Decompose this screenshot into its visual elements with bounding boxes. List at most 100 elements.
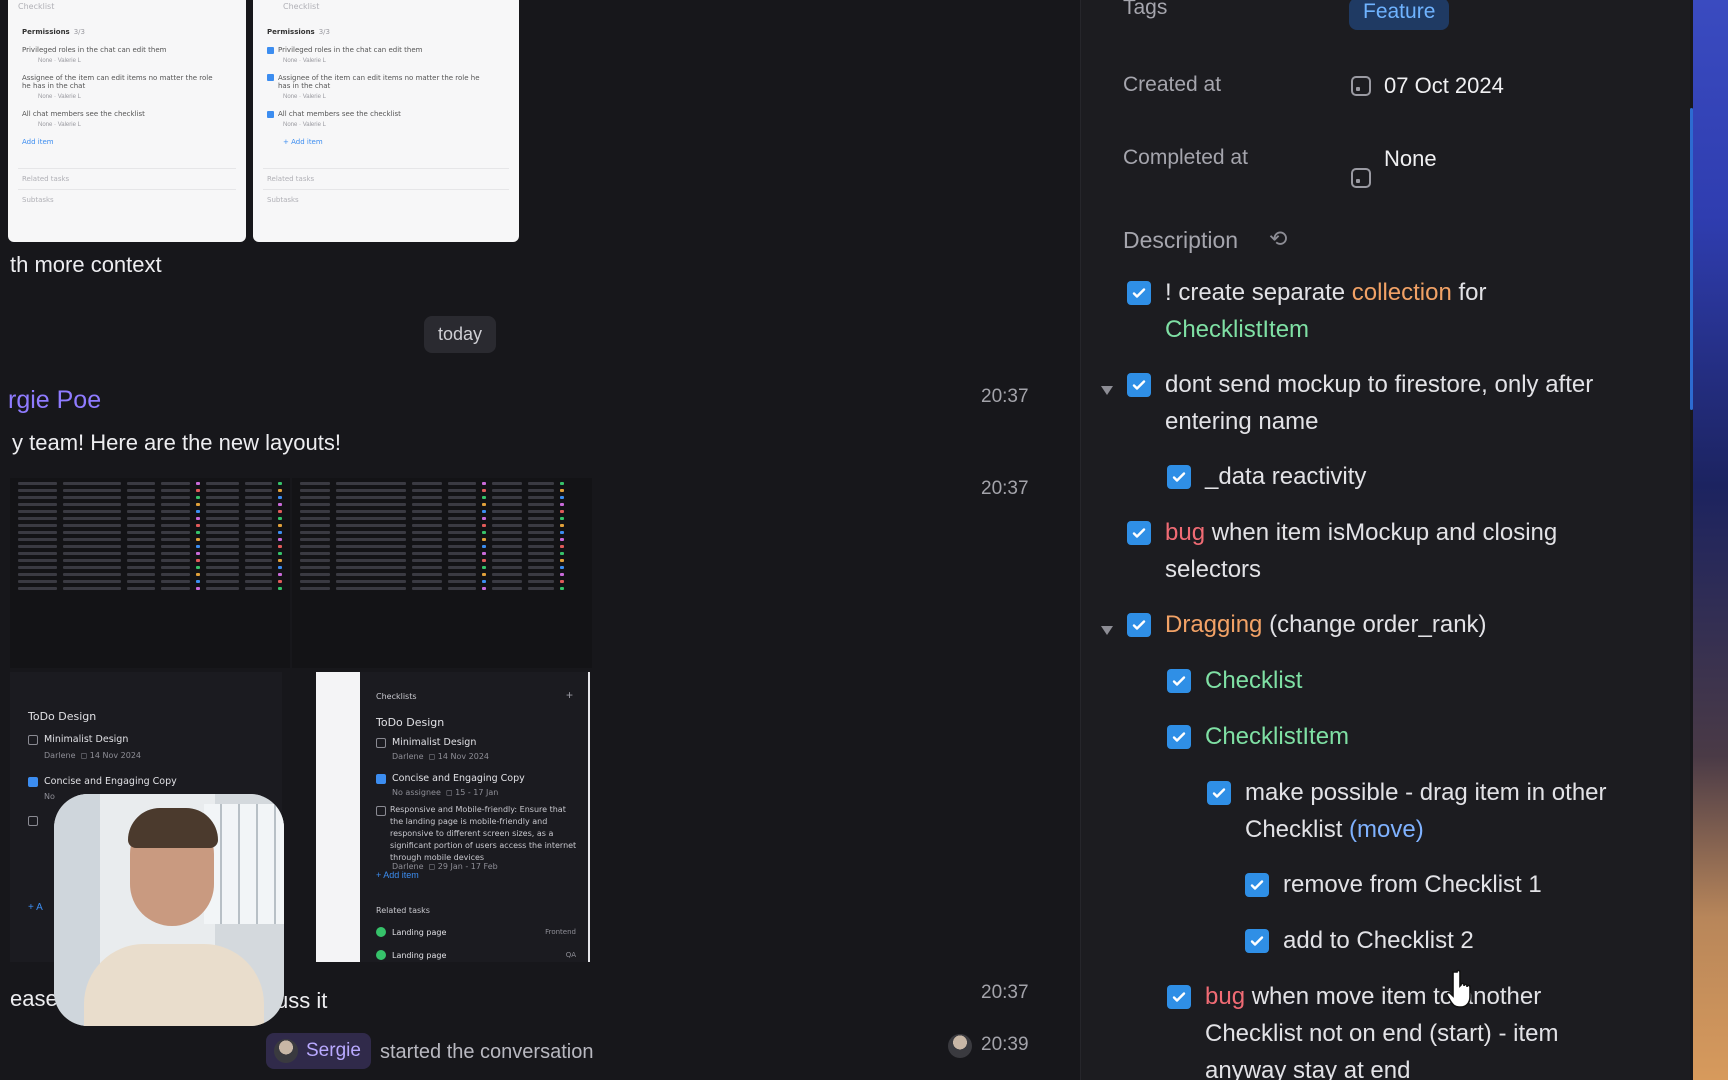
thumbnail-cell <box>245 538 273 541</box>
thumbnail-cell <box>126 580 156 583</box>
meta-date: 14 Nov 2024 <box>437 752 490 761</box>
thumb-item-meta: None · Valerie L <box>38 122 81 128</box>
item-keyword: collection <box>1351 279 1452 306</box>
checklist-item[interactable]: Checklist <box>1167 662 1647 699</box>
collapse-caret-icon[interactable] <box>1101 626 1113 635</box>
checklist-item[interactable]: Dragging (change order_rank) <box>1127 606 1647 643</box>
attachment-image-4[interactable] <box>292 478 592 668</box>
item-text-part: (change order_rank) <box>1262 611 1487 638</box>
thumbnail-status-dot <box>196 517 201 520</box>
thumbnail-status-dot <box>482 496 486 499</box>
checkbox-checked-icon[interactable] <box>1207 781 1231 805</box>
message-time: 20:39 <box>981 1034 1029 1055</box>
thumbnail-cell <box>492 524 522 527</box>
attachment-image-2[interactable]: Checklist Permissions 3/3 Privileged rol… <box>253 0 519 242</box>
thumbnail-cell <box>62 566 121 569</box>
checkbox-checked-icon[interactable] <box>1127 281 1151 305</box>
collapse-caret-icon[interactable] <box>1101 386 1113 395</box>
thumb-meta-none: None <box>38 94 53 100</box>
attachment-image-1[interactable]: Checklist Permissions 3/3 Privileged rol… <box>8 0 246 242</box>
panel-item-meta: Darlene ◻ 14 Nov 2024 <box>392 752 490 761</box>
thumb-checklist-label: Checklist <box>18 2 55 11</box>
created-value[interactable]: 07 Oct 2024 <box>1384 73 1504 99</box>
item-text: make possible - drag item in other Check… <box>1245 774 1647 848</box>
thumbnail-status-dot <box>278 552 282 555</box>
thumb-item-meta: None · Valerie L <box>283 94 326 100</box>
checkbox-checked-icon[interactable] <box>1127 521 1151 545</box>
thumbnail-cell <box>161 517 191 520</box>
item-keyword: ChecklistItem <box>1165 316 1310 343</box>
checklist-item[interactable]: remove from Checklist 1 <box>1245 866 1645 903</box>
completed-value[interactable]: None <box>1384 146 1437 172</box>
task-detail-pane: Tags Feature Created at 07 Oct 2024 Comp… <box>1080 0 1690 1080</box>
sync-icon[interactable]: ⟲ <box>1269 226 1287 252</box>
sender-name[interactable]: rgie Poe <box>8 386 101 415</box>
thumb-item-meta: None · Valerie L <box>38 58 81 64</box>
thumbnail-cell <box>492 587 522 590</box>
checklist-item[interactable]: add to Checklist 2 <box>1245 922 1645 959</box>
checkbox-checked-icon <box>267 110 274 118</box>
thumbnail-status-dot <box>278 524 282 527</box>
attachment-image-6[interactable]: Checklists + ToDo Design Minimalist Desi… <box>360 672 590 962</box>
checkbox-checked-icon[interactable] <box>1167 725 1191 749</box>
thumbnail-cell <box>528 538 554 541</box>
thumbnail-cell <box>161 587 191 590</box>
panel-item-meta: Darlene ◻ 14 Nov 2024 <box>44 751 142 760</box>
item-text-part: ! create separate <box>1165 279 1352 306</box>
checklist-item[interactable]: make possible - drag item in other Check… <box>1207 774 1647 848</box>
thumb-item-text: Assignee of the item can edit items no m… <box>22 74 213 90</box>
thumbnail-table-row <box>18 566 282 569</box>
thumbnail-cell <box>300 496 330 499</box>
thumbnail-cell <box>300 531 330 534</box>
video-message[interactable] <box>54 794 284 1026</box>
system-user-chip[interactable]: Sergie <box>266 1033 371 1069</box>
thumbnail-cell <box>206 489 240 492</box>
checklist-item[interactable]: ChecklistItem <box>1167 718 1647 755</box>
checklist-item[interactable]: ! create separate collection for Checklis… <box>1127 274 1647 348</box>
thumbnail-status-dot <box>278 531 282 534</box>
thumbnail-cell <box>245 587 273 590</box>
thumbnail-status-dot <box>278 580 282 583</box>
thumbnail-cell <box>18 524 57 527</box>
thumbnail-cell <box>492 573 522 576</box>
checklist-item[interactable]: bug when item isMockup and closing selec… <box>1127 514 1647 588</box>
thumbnail-cell <box>492 566 522 569</box>
checklist-item[interactable]: _data reactivity <box>1167 458 1647 495</box>
tag-feature[interactable]: Feature <box>1349 0 1450 30</box>
attachment-image-3[interactable] <box>10 478 290 668</box>
thumbnail-status-dot <box>482 538 486 541</box>
checkbox-checked-icon[interactable] <box>1245 873 1269 897</box>
checkbox-checked-icon[interactable] <box>1127 373 1151 397</box>
thumbnail-cell <box>126 510 156 513</box>
thumbnail-status-dot <box>196 566 201 569</box>
status-done-icon <box>376 950 386 960</box>
checklist-item[interactable]: dont send mockup to firestore, only afte… <box>1127 366 1647 440</box>
tags-label: Tags <box>1123 0 1168 19</box>
thumb-meta-none: None <box>283 94 298 100</box>
checkbox-checked-icon[interactable] <box>1167 985 1191 1009</box>
thumbnail-status-dot <box>560 531 564 534</box>
related-item-text: Landing page <box>392 950 447 960</box>
thumbnail-cell <box>300 517 330 520</box>
thumb-item-text: All chat members see the checklist <box>278 110 401 118</box>
thumbnail-cell <box>206 580 240 583</box>
item-text: add to Checklist 2 <box>1283 927 1474 954</box>
thumbnail-cell <box>206 538 240 541</box>
checklist-item[interactable]: bug when move item to another Checklist … <box>1167 978 1587 1080</box>
checkbox-checked-icon[interactable] <box>1167 465 1191 489</box>
checkbox-checked-icon[interactable] <box>1127 613 1151 637</box>
thumbnail-status-dot <box>560 524 564 527</box>
checkbox-checked-icon[interactable] <box>1245 929 1269 953</box>
thumbnail-table-row <box>300 510 584 513</box>
thumbnail-cell <box>126 517 156 520</box>
thumbnail-cell <box>528 482 554 485</box>
thumbnail-cell <box>528 517 554 520</box>
thumbnail-cell <box>18 580 57 583</box>
panel-title: ToDo Design <box>28 710 97 723</box>
thumb-subtasks: Subtasks <box>22 196 54 204</box>
thumbnail-cell <box>336 489 406 492</box>
thumbnail-cell <box>62 489 121 492</box>
thumb-item-text: Privileged roles in the chat can edit th… <box>278 46 423 54</box>
checkbox-checked-icon[interactable] <box>1167 669 1191 693</box>
thumbnail-cell <box>62 552 121 555</box>
